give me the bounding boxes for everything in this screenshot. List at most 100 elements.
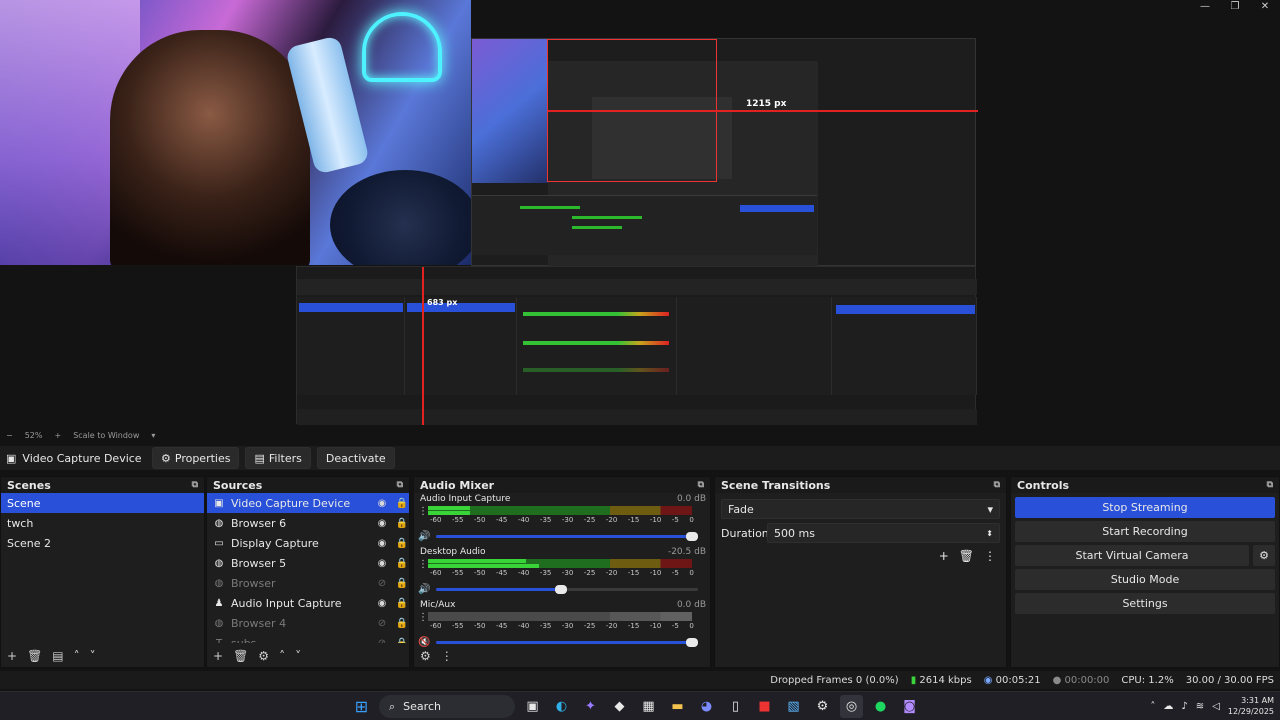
advanced-audio-icon[interactable]: ⚙ — [420, 649, 431, 663]
chevron-up-icon[interactable]: ˄ — [279, 649, 285, 663]
chevron-down-icon[interactable]: ▾ — [151, 431, 155, 440]
undock-icon[interactable]: ⧉ — [397, 480, 403, 490]
chevron-up-icon[interactable]: ˄ — [74, 649, 80, 663]
minimize-button[interactable]: — — [1190, 0, 1220, 14]
tick-label: -35 — [539, 516, 552, 524]
eye-icon[interactable]: ◉ — [375, 538, 389, 549]
kebab-menu-icon[interactable]: ⋮ — [984, 549, 996, 563]
discord-icon[interactable]: ◕ — [695, 695, 718, 718]
start-recording-button[interactable]: Start Recording — [1015, 521, 1275, 542]
settings-button[interactable]: Settings — [1015, 593, 1275, 614]
chevron-down-icon[interactable]: ˅ — [90, 649, 96, 663]
source-item[interactable]: Tsubs ⊘ 🔒 — [207, 633, 409, 644]
settings-app-icon[interactable]: ⚙ — [811, 695, 834, 718]
notepad-icon[interactable]: ▯ — [724, 695, 747, 718]
trash-icon[interactable]: 🗑 — [233, 649, 248, 663]
speaker-icon[interactable]: 🔊 — [418, 584, 430, 595]
lock-icon[interactable]: 🔒 — [395, 518, 409, 529]
kebab-menu-icon[interactable]: ⋮ — [418, 506, 428, 517]
studio-mode-button[interactable]: Studio Mode — [1015, 569, 1275, 590]
undock-icon[interactable]: ⧉ — [192, 480, 198, 490]
acrobat-icon[interactable]: ■ — [753, 695, 776, 718]
eye-icon[interactable]: ◉ — [375, 498, 389, 509]
chevron-down-icon[interactable]: ˅ — [295, 649, 301, 663]
add-icon[interactable]: + — [939, 549, 949, 563]
stop-streaming-button[interactable]: Stop Streaming — [1015, 497, 1275, 518]
store-icon[interactable]: ▦ — [637, 695, 660, 718]
copilot-icon[interactable]: ✦ — [579, 695, 602, 718]
filter-icon[interactable]: ▤ — [52, 649, 63, 663]
scene-item[interactable]: Scene 2 — [1, 533, 204, 553]
lock-icon[interactable]: 🔒 — [395, 578, 409, 589]
lock-icon[interactable]: 🔒 — [395, 498, 409, 509]
transition-select[interactable]: Fade ▾ — [721, 499, 1000, 519]
lock-icon[interactable]: 🔒 — [395, 638, 409, 644]
source-item[interactable]: ◍ Browser 4 ⊘ 🔒 — [207, 613, 409, 633]
filters-button[interactable]: ▤ Filters — [245, 447, 311, 469]
taskbar-search[interactable]: ⌕ Search — [379, 695, 515, 718]
tray-chevron-icon[interactable]: ˄ — [1150, 701, 1155, 712]
lock-icon[interactable]: 🔒 — [395, 598, 409, 609]
program-preview[interactable]: 1215 px 683 px — [0, 0, 1280, 428]
photos-icon[interactable]: ▧ — [782, 695, 805, 718]
volume-slider[interactable] — [436, 637, 698, 647]
scale-mode[interactable]: Scale to Window — [73, 431, 139, 440]
eye-icon[interactable]: ◉ — [375, 598, 389, 609]
zoom-in-button[interactable]: + — [54, 431, 61, 440]
maximize-button[interactable]: ❐ — [1220, 0, 1250, 14]
source-item[interactable]: ▣ Video Capture Device ◉ 🔒 — [207, 493, 409, 513]
task-view-icon[interactable]: ▣ — [521, 695, 544, 718]
gear-icon[interactable]: ⚙ — [258, 649, 269, 663]
undock-icon[interactable]: ⧉ — [698, 480, 704, 490]
speaker-icon[interactable]: 🔊 — [418, 531, 430, 542]
kebab-menu-icon[interactable]: ⋮ — [441, 649, 453, 663]
maps-icon[interactable]: ◆ — [608, 695, 631, 718]
trash-icon[interactable]: 🗑 — [959, 549, 974, 563]
speaker-icon[interactable]: ◁ — [1212, 701, 1220, 712]
scenes-dock: Scenes ⧉ Scene twch Scene 2 + 🗑 ▤ ˄ ˅ — [0, 476, 205, 668]
zoom-out-button[interactable]: − — [6, 431, 13, 440]
volume-slider[interactable] — [436, 531, 698, 541]
spotify-icon[interactable]: ● — [869, 695, 892, 718]
properties-button[interactable]: ⚙ Properties — [152, 447, 240, 469]
gear-icon[interactable]: ⚙ — [1253, 545, 1275, 566]
streaming-app-icon[interactable]: ◙ — [898, 695, 921, 718]
add-icon[interactable]: + — [213, 649, 223, 663]
kebab-menu-icon[interactable]: ⋮ — [418, 612, 428, 623]
eye-icon[interactable]: ◉ — [375, 518, 389, 529]
start-virtual-camera-button[interactable]: Start Virtual Camera — [1015, 545, 1249, 566]
source-item[interactable]: ♟ Audio Input Capture ◉ 🔒 — [207, 593, 409, 613]
duration-input[interactable]: 500 ms ⬍ — [767, 523, 1000, 543]
source-item[interactable]: ◍ Browser ⊘ 🔒 — [207, 573, 409, 593]
file-explorer-icon[interactable]: ▬ — [666, 695, 689, 718]
source-item[interactable]: ▭ Display Capture ◉ 🔒 — [207, 533, 409, 553]
deactivate-button[interactable]: Deactivate — [316, 447, 395, 469]
obs-icon[interactable]: ◎ — [840, 695, 863, 718]
volume-slider[interactable] — [436, 584, 698, 594]
eye-slash-icon[interactable]: ⊘ — [375, 578, 389, 589]
scene-item[interactable]: twch — [1, 513, 204, 533]
cloud-icon[interactable]: ☁ — [1163, 701, 1173, 712]
lock-icon[interactable]: 🔒 — [395, 558, 409, 569]
clock[interactable]: 3:31 AM 12/29/2025 — [1228, 695, 1274, 717]
add-icon[interactable]: + — [7, 649, 17, 663]
source-item[interactable]: ◍ Browser 5 ◉ 🔒 — [207, 553, 409, 573]
spinner-icon[interactable]: ⬍ — [986, 529, 993, 538]
edge-icon[interactable]: ◐ — [550, 695, 573, 718]
wifi-icon[interactable]: ≋ — [1196, 701, 1204, 712]
eye-icon[interactable]: ◉ — [375, 558, 389, 569]
lock-icon[interactable]: 🔒 — [395, 618, 409, 629]
tick-label: -15 — [627, 622, 640, 630]
eye-slash-icon[interactable]: ⊘ — [375, 638, 389, 644]
lock-icon[interactable]: 🔒 — [395, 538, 409, 549]
windows-start-icon[interactable]: ⊞ — [350, 695, 373, 718]
eye-slash-icon[interactable]: ⊘ — [375, 618, 389, 629]
close-button[interactable]: ✕ — [1250, 0, 1280, 14]
scene-item[interactable]: Scene — [1, 493, 204, 513]
source-item[interactable]: ◍ Browser 6 ◉ 🔒 — [207, 513, 409, 533]
undock-icon[interactable]: ⧉ — [994, 480, 1000, 490]
undock-icon[interactable]: ⧉ — [1267, 480, 1273, 490]
trash-icon[interactable]: 🗑 — [27, 649, 42, 663]
kebab-menu-icon[interactable]: ⋮ — [418, 559, 428, 570]
microphone-icon[interactable]: ♪ — [1181, 701, 1187, 712]
